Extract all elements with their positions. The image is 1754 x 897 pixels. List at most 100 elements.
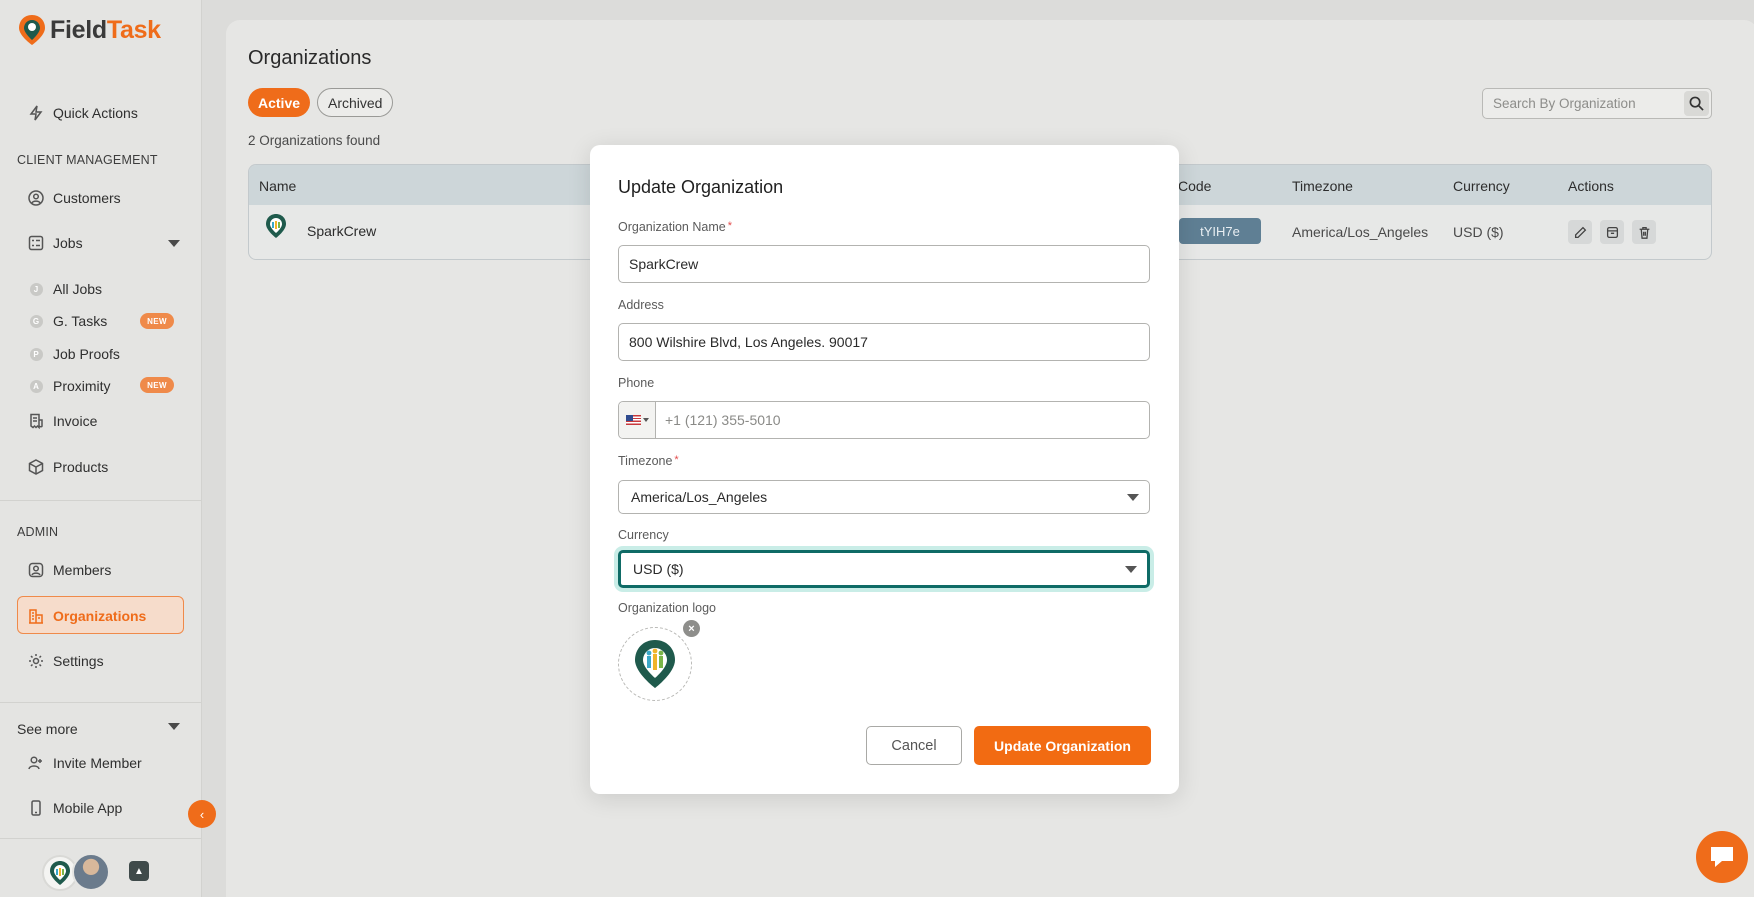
logo-pin-icon bbox=[19, 15, 45, 45]
timezone-label: Timezone * bbox=[618, 454, 679, 468]
phone-field[interactable]: +1 (121) 355-5010 bbox=[618, 401, 1150, 439]
organization-logo-upload[interactable] bbox=[618, 627, 692, 701]
sidebar-item-invite-member[interactable]: Invite Member bbox=[28, 755, 142, 771]
sidebar-item-settings[interactable]: Settings bbox=[28, 653, 104, 669]
user-avatar[interactable] bbox=[72, 853, 110, 891]
brand-part-1: Field bbox=[50, 15, 107, 44]
new-badge: NEW bbox=[140, 313, 174, 329]
brand-part-2: Task bbox=[106, 15, 161, 44]
currency-select[interactable]: USD ($) bbox=[618, 550, 1150, 588]
see-more-toggle[interactable]: See more bbox=[17, 721, 78, 737]
brand-name: FieldTask bbox=[50, 16, 161, 45]
timezone-label-text: Timezone bbox=[618, 454, 673, 468]
app-logo[interactable]: FieldTask bbox=[18, 14, 161, 46]
sidebar-item-invoice[interactable]: Invoice bbox=[28, 413, 97, 429]
member-icon bbox=[28, 562, 44, 578]
organization-name-field[interactable]: SparkCrew bbox=[618, 245, 1150, 283]
gear-icon bbox=[28, 653, 44, 669]
edit-icon[interactable] bbox=[1568, 220, 1592, 244]
sidebar-item-members[interactable]: Members bbox=[28, 562, 111, 578]
tab-archived[interactable]: Archived bbox=[317, 88, 394, 117]
sidebar-item-all-jobs[interactable]: J All Jobs bbox=[28, 281, 102, 297]
g-tasks-dot-icon: G bbox=[29, 314, 43, 328]
currency-label: Currency bbox=[618, 528, 669, 542]
checklist-icon bbox=[28, 235, 44, 251]
remove-logo-icon[interactable]: × bbox=[683, 620, 700, 637]
invoice-icon bbox=[28, 413, 44, 429]
cancel-button[interactable]: Cancel bbox=[866, 726, 962, 765]
sidebar-item-jobs[interactable]: Jobs bbox=[28, 235, 83, 251]
sidebar-divider bbox=[0, 500, 202, 501]
address-value: 800 Wilshire Blvd, Los Angeles. 90017 bbox=[629, 334, 868, 350]
column-header-currency[interactable]: Currency bbox=[1453, 178, 1510, 194]
proximity-dot-icon: A bbox=[29, 379, 43, 393]
column-header-actions: Actions bbox=[1568, 178, 1614, 194]
org-name-label-text: Organization Name bbox=[618, 220, 726, 234]
table-cell-name: SparkCrew bbox=[307, 223, 377, 239]
chat-launcher-button[interactable] bbox=[1696, 831, 1748, 883]
required-marker: * bbox=[674, 454, 679, 466]
chevron-down-icon bbox=[642, 418, 649, 422]
box-icon bbox=[28, 459, 44, 475]
section-label-admin: ADMIN bbox=[17, 525, 59, 539]
table-cell-code: tYIH7e bbox=[1179, 218, 1261, 244]
sidebar-item-label: All Jobs bbox=[53, 281, 103, 297]
sidebar-item-products[interactable]: Products bbox=[28, 459, 108, 475]
sidebar-item-label: Quick Actions bbox=[53, 105, 138, 121]
required-marker: * bbox=[727, 220, 732, 232]
search-placeholder: Search By Organization bbox=[1493, 96, 1636, 111]
mobile-phone-icon bbox=[28, 800, 44, 816]
chevron-down-icon[interactable] bbox=[168, 240, 180, 247]
new-badge: NEW bbox=[140, 377, 174, 393]
sidebar-item-label: Organizations bbox=[53, 608, 147, 624]
dialog-title: Update Organization bbox=[618, 177, 784, 197]
sidebar-item-proximity[interactable]: A Proximity bbox=[28, 378, 111, 394]
see-more-label: See more bbox=[17, 721, 78, 737]
phone-placeholder: +1 (121) 355-5010 bbox=[665, 412, 781, 428]
address-label: Address bbox=[618, 298, 664, 312]
sidebar-item-label: Customers bbox=[53, 190, 121, 206]
sidebar-item-label: Settings bbox=[53, 653, 104, 669]
sidebar-divider bbox=[0, 838, 202, 839]
section-label-client-management: CLIENT MANAGEMENT bbox=[17, 153, 158, 167]
us-flag-icon bbox=[625, 415, 641, 425]
column-header-timezone[interactable]: Timezone bbox=[1292, 178, 1353, 194]
sidebar-item-g-tasks[interactable]: G G. Tasks bbox=[28, 313, 107, 329]
table-cell-currency: USD ($) bbox=[1453, 224, 1504, 240]
sidebar-item-customers[interactable]: Customers bbox=[28, 190, 121, 206]
sidebar-item-job-proofs[interactable]: P Job Proofs bbox=[28, 346, 120, 362]
collapse-sidebar-button[interactable]: ‹ bbox=[188, 800, 216, 828]
sidebar-item-organizations[interactable]: Organizations bbox=[28, 608, 146, 624]
column-header-code[interactable]: Code bbox=[1178, 178, 1211, 194]
timezone-select[interactable]: America/Los_Angeles bbox=[618, 480, 1150, 514]
tab-active[interactable]: Active bbox=[248, 88, 311, 117]
address-field[interactable]: 800 Wilshire Blvd, Los Angeles. 90017 bbox=[618, 323, 1150, 361]
user-plus-icon bbox=[28, 755, 44, 771]
chevron-down-icon[interactable] bbox=[168, 723, 180, 730]
country-code-selector[interactable] bbox=[619, 402, 656, 438]
sidebar-item-label: Mobile App bbox=[53, 800, 123, 816]
sidebar-item-label: Job Proofs bbox=[53, 346, 120, 362]
update-organization-button[interactable]: Update Organization bbox=[974, 726, 1151, 765]
column-header-name[interactable]: Name bbox=[259, 178, 296, 194]
update-organization-dialog: Update Organization Organization Name * S… bbox=[590, 145, 1179, 794]
org-logo-icon bbox=[635, 640, 675, 688]
chevron-up-icon[interactable]: ▲ bbox=[129, 861, 149, 881]
all-jobs-dot-icon: J bbox=[29, 282, 43, 296]
trash-icon[interactable] bbox=[1632, 220, 1656, 244]
sidebar-item-mobile-app[interactable]: Mobile App bbox=[28, 800, 122, 816]
sidebar: FieldTask Quick Actions CLIENT MANAGEMEN… bbox=[0, 0, 202, 897]
phone-label: Phone bbox=[618, 376, 655, 390]
chevron-down-icon bbox=[1125, 566, 1137, 573]
chat-bubble-icon bbox=[1711, 847, 1733, 867]
search-input[interactable]: Search By Organization bbox=[1482, 88, 1712, 119]
currency-value: USD ($) bbox=[633, 561, 684, 577]
sidebar-item-label: Products bbox=[53, 459, 109, 475]
org-name-label: Organization Name * bbox=[618, 220, 732, 234]
user-circle-icon bbox=[28, 190, 44, 206]
sidebar-item-quick-actions[interactable]: Quick Actions bbox=[28, 105, 138, 121]
table-cell-timezone: America/Los_Angeles bbox=[1292, 224, 1429, 240]
search-icon[interactable] bbox=[1684, 91, 1709, 116]
archive-icon[interactable] bbox=[1600, 220, 1624, 244]
lightning-icon bbox=[28, 105, 44, 121]
